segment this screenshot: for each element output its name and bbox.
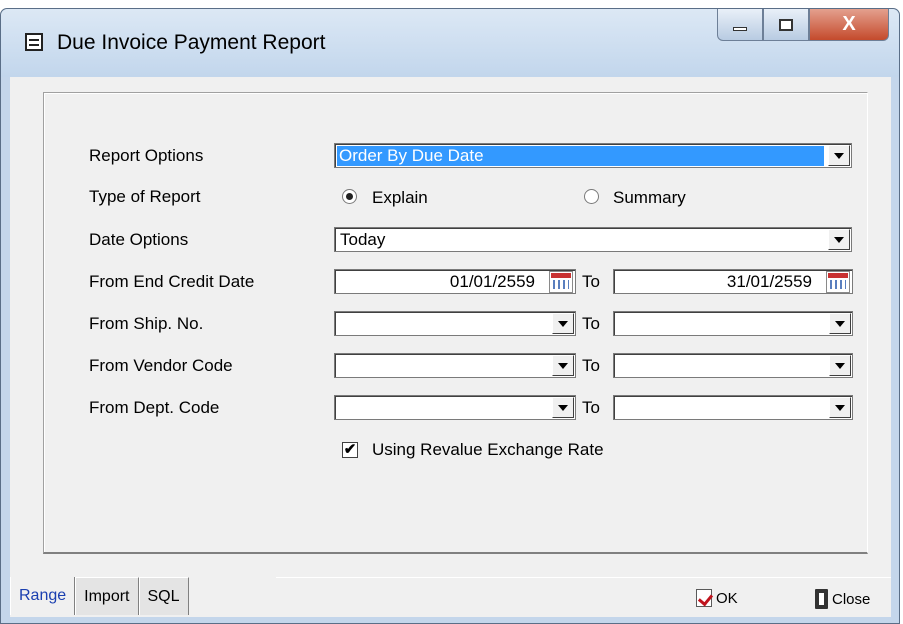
report-options-select[interactable]: Order By Due Date bbox=[334, 143, 852, 168]
ship-no-to-select[interactable] bbox=[613, 311, 853, 336]
revalue-checkbox[interactable]: ✔ bbox=[342, 442, 358, 458]
minimize-button[interactable] bbox=[717, 9, 763, 41]
chevron-down-icon[interactable] bbox=[829, 313, 851, 334]
ship-no-label: From Ship. No. bbox=[89, 314, 204, 333]
to-label: To bbox=[582, 356, 600, 375]
date-options-select[interactable]: Today bbox=[334, 227, 852, 252]
date-options-value: Today bbox=[340, 230, 386, 249]
window-controls: X bbox=[717, 9, 889, 41]
tab-range[interactable]: Range bbox=[10, 577, 76, 615]
check-document-icon bbox=[696, 589, 712, 607]
end-credit-date-to-value: 31/01/2559 bbox=[726, 272, 812, 291]
radio-summary[interactable] bbox=[584, 189, 599, 204]
vendor-code-from-select[interactable] bbox=[334, 353, 576, 378]
radio-summary-label: Summary bbox=[613, 188, 686, 207]
minimize-icon bbox=[733, 26, 747, 31]
to-label: To bbox=[582, 272, 600, 291]
chevron-down-icon[interactable] bbox=[552, 397, 574, 418]
ship-no-from-select[interactable] bbox=[334, 311, 576, 336]
close-button-label: Close bbox=[832, 590, 871, 608]
tab-import[interactable]: Import bbox=[75, 577, 139, 615]
calendar-icon[interactable] bbox=[549, 271, 573, 293]
window-title: Due Invoice Payment Report bbox=[57, 31, 326, 54]
chevron-down-icon[interactable] bbox=[829, 397, 851, 418]
date-options-label: Date Options bbox=[89, 230, 189, 249]
vendor-code-to-select[interactable] bbox=[613, 353, 853, 378]
options-panel: Report Options Order By Due Date Type of… bbox=[43, 92, 868, 554]
client-area: Report Options Order By Due Date Type of… bbox=[10, 77, 891, 617]
chevron-down-icon[interactable] bbox=[829, 355, 851, 376]
chevron-down-icon[interactable] bbox=[828, 229, 850, 250]
dept-code-label: From Dept. Code bbox=[89, 398, 220, 417]
vendor-code-label: From Vendor Code bbox=[89, 356, 233, 375]
dept-code-from-select[interactable] bbox=[334, 395, 576, 420]
to-label: To bbox=[582, 314, 600, 333]
tab-divider bbox=[276, 577, 891, 578]
radio-explain[interactable] bbox=[342, 189, 357, 204]
tab-bar: Range Import SQL bbox=[10, 577, 189, 617]
chevron-down-icon[interactable] bbox=[828, 145, 850, 166]
exit-door-icon bbox=[815, 589, 828, 609]
revalue-label: Using Revalue Exchange Rate bbox=[372, 440, 604, 459]
maximize-icon bbox=[779, 18, 793, 31]
calendar-icon[interactable] bbox=[826, 271, 850, 293]
report-options-label: Report Options bbox=[89, 146, 204, 165]
end-credit-date-to-input[interactable]: 31/01/2559 bbox=[613, 269, 853, 294]
ok-button-label: OK bbox=[716, 589, 738, 607]
close-button[interactable]: Close bbox=[815, 589, 870, 609]
dept-code-to-select[interactable] bbox=[613, 395, 853, 420]
report-icon bbox=[25, 33, 43, 51]
ok-button[interactable]: OK bbox=[696, 589, 738, 607]
title-bar[interactable]: Due Invoice Payment Report X bbox=[1, 9, 899, 77]
close-icon: X bbox=[842, 13, 856, 35]
report-window: Due Invoice Payment Report X Report Opti… bbox=[0, 8, 900, 624]
end-credit-date-label: From End Credit Date bbox=[89, 272, 255, 291]
tab-sql[interactable]: SQL bbox=[138, 577, 189, 615]
end-credit-date-from-value: 01/01/2559 bbox=[449, 272, 535, 291]
chevron-down-icon[interactable] bbox=[552, 355, 574, 376]
maximize-button[interactable] bbox=[763, 9, 809, 41]
chevron-down-icon[interactable] bbox=[552, 313, 574, 334]
end-credit-date-from-input[interactable]: 01/01/2559 bbox=[334, 269, 576, 294]
report-options-value: Order By Due Date bbox=[337, 146, 824, 166]
radio-explain-label: Explain bbox=[372, 188, 428, 207]
close-window-button[interactable]: X bbox=[809, 9, 889, 41]
type-of-report-label: Type of Report bbox=[89, 187, 201, 206]
to-label: To bbox=[582, 398, 600, 417]
